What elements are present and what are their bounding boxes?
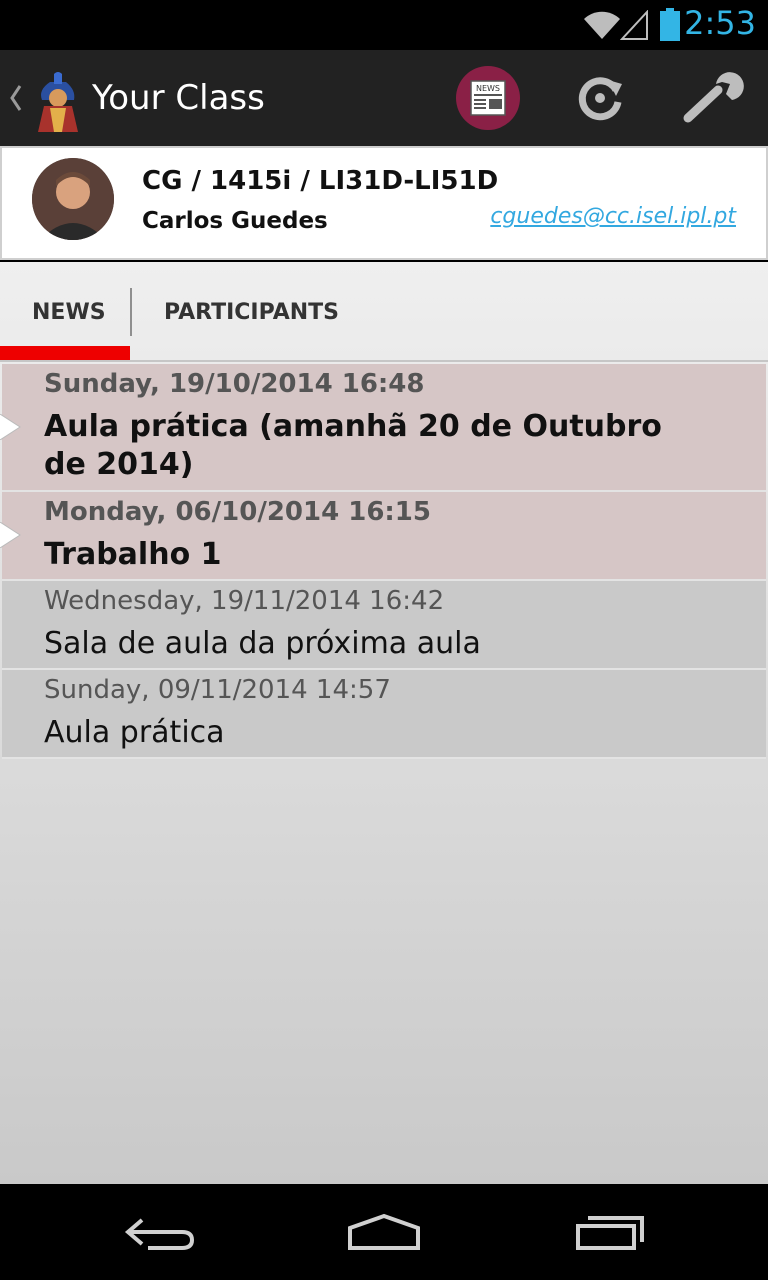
- up-navigation-icon[interactable]: [6, 80, 24, 116]
- content-area: NEWS PARTICIPANTS Sunday, 19/10/2014 16:…: [0, 262, 768, 1184]
- action-bar: Your Class NEWS: [0, 50, 768, 146]
- status-time: 2:53: [684, 4, 756, 42]
- teacher-name: Carlos Guedes: [142, 208, 328, 234]
- teacher-email-link[interactable]: cguedes@cc.isel.ipl.pt: [490, 204, 736, 229]
- system-nav-bar: [0, 1184, 768, 1280]
- news-list: Sunday, 19/10/2014 16:48 Aula prática (a…: [0, 364, 766, 759]
- unread-marker-icon: [0, 522, 21, 548]
- news-title: Sala de aula da próxima aula: [44, 626, 481, 661]
- news-title: Trabalho 1: [44, 537, 222, 572]
- person-photo-icon: [32, 158, 114, 240]
- battery-icon: [660, 8, 680, 41]
- news-date: Sunday, 19/10/2014 16:48: [44, 369, 425, 399]
- tab-news-label: NEWS: [32, 300, 106, 325]
- wifi-icon: [584, 11, 620, 39]
- tab-participants[interactable]: PARTICIPANTS: [132, 262, 392, 360]
- news-item[interactable]: Sunday, 19/10/2014 16:48 Aula prática (a…: [0, 364, 766, 492]
- back-icon[interactable]: [124, 1214, 196, 1254]
- status-bar: 2:53: [0, 0, 768, 50]
- home-icon[interactable]: [346, 1212, 422, 1252]
- news-item[interactable]: Sunday, 09/11/2014 14:57 Aula prática: [2, 670, 766, 759]
- app-logo-icon[interactable]: [28, 70, 88, 134]
- svg-text:NEWS: NEWS: [476, 84, 500, 93]
- news-date: Sunday, 09/11/2014 14:57: [44, 675, 391, 705]
- news-item[interactable]: Monday, 06/10/2014 16:15 Trabalho 1: [0, 492, 766, 581]
- tab-participants-label: PARTICIPANTS: [164, 300, 340, 325]
- class-header: CG / 1415i / LI31D-LI51D Carlos Guedes c…: [0, 146, 768, 260]
- news-date: Monday, 06/10/2014 16:15: [44, 497, 431, 527]
- news-button[interactable]: NEWS: [456, 66, 520, 130]
- news-item[interactable]: Wednesday, 19/11/2014 16:42 Sala de aula…: [2, 581, 766, 670]
- tab-bar: NEWS PARTICIPANTS: [0, 262, 768, 362]
- news-title: Aula prática: [44, 715, 225, 750]
- newspaper-icon: NEWS: [470, 80, 506, 116]
- teacher-avatar: [32, 158, 114, 240]
- refresh-icon[interactable]: [572, 70, 628, 126]
- recent-apps-icon[interactable]: [574, 1212, 646, 1252]
- selected-tab-indicator: [0, 346, 130, 360]
- wrench-icon[interactable]: [680, 70, 744, 126]
- cell-signal-icon: [620, 10, 648, 40]
- news-title: Aula prática (amanhã 20 de Outubro de 20…: [44, 409, 662, 482]
- unread-marker-icon: [0, 414, 21, 440]
- class-code: CG / 1415i / LI31D-LI51D: [142, 166, 499, 196]
- news-date: Wednesday, 19/11/2014 16:42: [44, 586, 445, 616]
- app-title: Your Class: [92, 78, 265, 118]
